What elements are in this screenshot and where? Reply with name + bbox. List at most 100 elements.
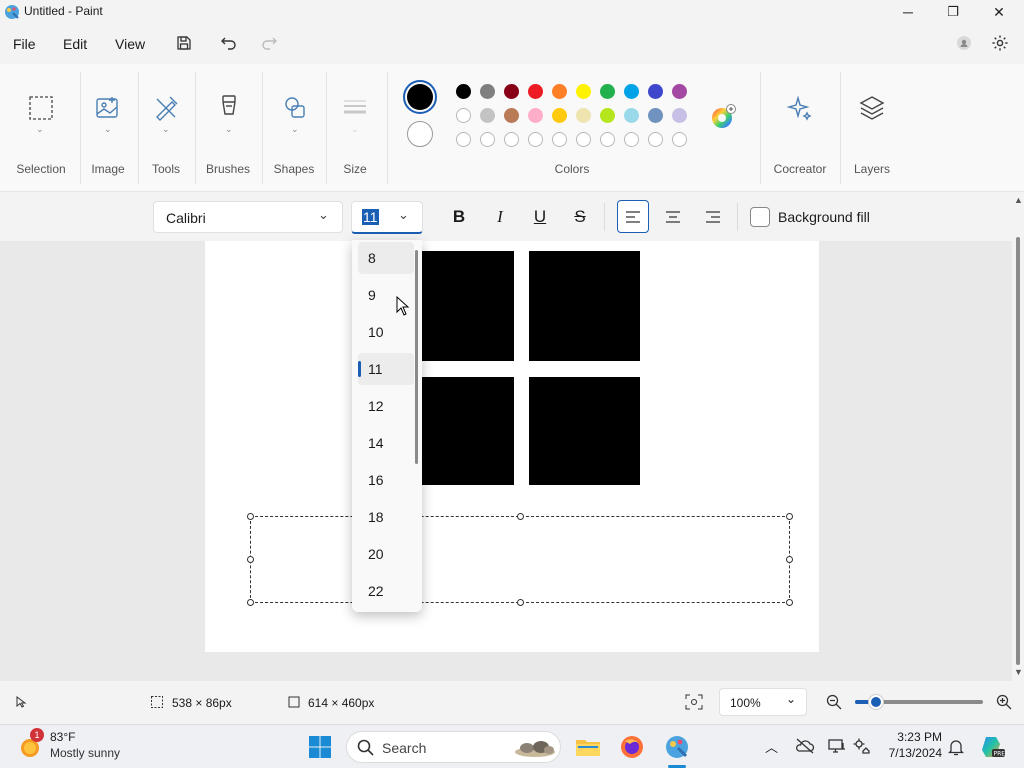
weather-description[interactable]: Mostly sunny xyxy=(50,746,120,760)
color-swatch[interactable] xyxy=(624,108,639,123)
scroll-down-arrow-icon[interactable]: ▼ xyxy=(1014,667,1023,677)
primary-color-button[interactable] xyxy=(403,80,437,114)
display-icon[interactable] xyxy=(828,738,846,757)
bold-button[interactable]: B xyxy=(443,201,475,233)
network-sound-icon[interactable] xyxy=(853,738,871,757)
font-size-dropdown[interactable]: 11 ⌄ xyxy=(351,201,423,234)
undo-icon[interactable] xyxy=(215,29,243,57)
font-size-option[interactable]: 16 xyxy=(358,464,414,496)
custom-color-slot[interactable] xyxy=(576,132,591,147)
color-swatch[interactable] xyxy=(576,108,591,123)
align-center-button[interactable] xyxy=(657,201,689,233)
font-size-option[interactable]: 8 xyxy=(358,242,414,274)
custom-color-slot[interactable] xyxy=(504,132,519,147)
font-size-option[interactable]: 10 xyxy=(358,316,414,348)
color-swatch[interactable] xyxy=(648,108,663,123)
color-swatch[interactable] xyxy=(528,84,543,99)
close-button[interactable]: ✕ xyxy=(976,0,1022,24)
taskbar-search-box[interactable]: Search xyxy=(346,731,561,763)
onedrive-offline-icon[interactable] xyxy=(795,738,815,757)
brush-icon[interactable] xyxy=(213,92,245,124)
show-hidden-icons-chevron-up-icon[interactable]: ︿ xyxy=(765,737,778,756)
color-swatch[interactable] xyxy=(648,84,663,99)
resize-handle[interactable] xyxy=(786,599,793,606)
scrollbar-thumb[interactable] xyxy=(1016,237,1020,665)
color-swatch[interactable] xyxy=(528,108,543,123)
minimize-button[interactable]: ─ xyxy=(885,0,931,24)
color-swatch[interactable] xyxy=(672,108,687,123)
zoom-slider-thumb[interactable] xyxy=(869,695,883,709)
resize-handle[interactable] xyxy=(247,556,254,563)
notification-bell-icon[interactable] xyxy=(947,738,965,759)
layers-icon[interactable] xyxy=(856,92,888,124)
underline-button[interactable]: U xyxy=(524,201,556,233)
color-swatch[interactable] xyxy=(456,108,471,123)
zoom-slider-track[interactable] xyxy=(855,695,983,709)
list-scrollbar-thumb[interactable] xyxy=(415,250,418,464)
color-swatch[interactable] xyxy=(456,84,471,99)
fit-to-window-icon[interactable] xyxy=(685,694,703,713)
color-swatch[interactable] xyxy=(600,108,615,123)
zoom-dropdown[interactable]: 100% ⌄ xyxy=(719,688,807,716)
clock-date[interactable]: 7/13/2024 xyxy=(877,746,942,760)
vertical-scrollbar[interactable]: ▲ ▼ xyxy=(1012,193,1024,681)
font-family-dropdown[interactable]: Calibri ⌄ xyxy=(153,201,343,233)
custom-color-slot[interactable] xyxy=(456,132,471,147)
text-box-selection[interactable] xyxy=(250,516,790,603)
canvas-workspace[interactable] xyxy=(0,241,1012,681)
shapes-icon[interactable] xyxy=(279,92,311,124)
firefox-icon[interactable] xyxy=(618,733,646,761)
file-explorer-icon[interactable] xyxy=(574,733,602,761)
resize-handle[interactable] xyxy=(247,513,254,520)
color-swatch[interactable] xyxy=(504,84,519,99)
secondary-color-button[interactable] xyxy=(407,121,433,147)
font-size-option[interactable]: 22 xyxy=(358,575,414,607)
resize-handle[interactable] xyxy=(517,599,524,606)
zoom-in-icon[interactable] xyxy=(996,694,1012,713)
strikethrough-button[interactable]: S xyxy=(564,201,596,233)
cocreator-sparkle-icon[interactable] xyxy=(784,92,816,124)
custom-color-slot[interactable] xyxy=(624,132,639,147)
background-fill-checkbox[interactable] xyxy=(750,207,770,227)
weather-temperature[interactable]: 83°F xyxy=(50,730,75,744)
color-swatch[interactable] xyxy=(600,84,615,99)
maximize-button[interactable]: ❐ xyxy=(930,0,976,24)
chevron-down-icon[interactable]: ⌄ xyxy=(225,124,233,135)
windows-start-icon[interactable] xyxy=(306,733,334,761)
color-swatch[interactable] xyxy=(576,84,591,99)
resize-handle[interactable] xyxy=(247,599,254,606)
scroll-up-arrow-icon[interactable]: ▲ xyxy=(1014,195,1023,205)
resize-handle[interactable] xyxy=(786,513,793,520)
copilot-icon[interactable]: PRE xyxy=(980,734,1006,760)
selection-tool-icon[interactable] xyxy=(25,92,57,124)
resize-handle[interactable] xyxy=(786,556,793,563)
menu-edit[interactable]: Edit xyxy=(63,36,87,52)
drawing-canvas[interactable] xyxy=(205,241,819,652)
font-size-option[interactable]: 14 xyxy=(358,427,414,459)
custom-color-slot[interactable] xyxy=(648,132,663,147)
font-size-option[interactable]: 12 xyxy=(358,390,414,422)
color-swatch[interactable] xyxy=(552,84,567,99)
edit-colors-wheel-icon[interactable] xyxy=(710,104,736,130)
custom-color-slot[interactable] xyxy=(672,132,687,147)
custom-color-slot[interactable] xyxy=(480,132,495,147)
custom-color-slot[interactable] xyxy=(528,132,543,147)
font-size-option[interactable]: 11 xyxy=(358,353,414,385)
custom-color-slot[interactable] xyxy=(552,132,567,147)
account-icon[interactable] xyxy=(950,29,978,57)
settings-gear-icon[interactable] xyxy=(986,29,1014,57)
resize-handle[interactable] xyxy=(517,513,524,520)
chevron-down-icon[interactable]: ⌄ xyxy=(104,124,112,135)
font-size-option[interactable]: 20 xyxy=(358,538,414,570)
align-right-button[interactable] xyxy=(697,201,729,233)
redo-icon[interactable] xyxy=(255,29,283,57)
custom-color-slot[interactable] xyxy=(600,132,615,147)
color-swatch[interactable] xyxy=(624,84,639,99)
font-size-list[interactable]: 8 9 10 11 12 14 16 18 20 22 xyxy=(352,240,422,612)
menu-view[interactable]: View xyxy=(115,36,145,52)
color-swatch[interactable] xyxy=(672,84,687,99)
align-left-button[interactable] xyxy=(617,200,649,233)
save-icon[interactable] xyxy=(170,29,198,57)
color-swatch[interactable] xyxy=(480,108,495,123)
clock-time[interactable]: 3:23 PM xyxy=(887,730,942,744)
